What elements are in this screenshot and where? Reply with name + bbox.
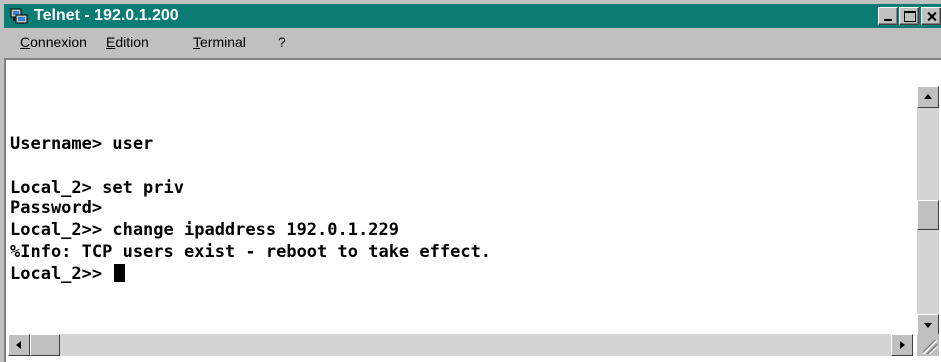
menu-terminal[interactable]: Terminal xyxy=(193,34,246,50)
terminal-prompt-line: Local_2>> xyxy=(10,264,126,284)
scroll-right-button[interactable] xyxy=(891,334,913,356)
minimize-button[interactable] xyxy=(878,7,898,25)
terminal-line: Password> xyxy=(10,198,103,218)
horizontal-scroll-thumb[interactable] xyxy=(30,334,60,356)
terminal-line: %Info: TCP users exist - reboot to take … xyxy=(10,242,492,262)
terminal-area[interactable]: Username> user Local_2> set priv Passwor… xyxy=(8,60,913,330)
menu-connexion[interactable]: Connexion xyxy=(20,34,87,50)
telnet-computer-icon[interactable] xyxy=(10,8,28,24)
vertical-scrollbar[interactable] xyxy=(917,86,939,356)
text-cursor xyxy=(114,264,126,282)
menu-edition[interactable]: Edition xyxy=(106,34,149,50)
terminal-line: Local_2> set priv xyxy=(10,178,184,198)
scroll-down-button[interactable] xyxy=(917,314,939,336)
vertical-scroll-thumb[interactable] xyxy=(917,200,939,230)
terminal-line: Username> user xyxy=(10,134,154,154)
prompt-text: Local_2>> xyxy=(10,264,113,284)
terminal-frame: Username> user Local_2> set priv Passwor… xyxy=(4,58,941,362)
title-bar[interactable]: Telnet - 192.0.1.200 xyxy=(4,4,941,28)
telnet-window: Telnet - 192.0.1.200 Connexion Edition T… xyxy=(0,0,941,362)
horizontal-scrollbar[interactable] xyxy=(8,334,913,356)
resize-grip-icon[interactable] xyxy=(917,334,939,356)
maximize-button[interactable] xyxy=(899,7,919,25)
window-title: Telnet - 192.0.1.200 xyxy=(34,7,179,24)
close-button[interactable] xyxy=(921,7,941,25)
terminal-line: Local_2>> change ipaddress 192.0.1.229 xyxy=(10,220,399,240)
menu-help[interactable]: ? xyxy=(278,34,286,50)
scroll-left-button[interactable] xyxy=(8,334,30,356)
menu-bar: Connexion Edition Terminal ? xyxy=(4,30,941,54)
scroll-up-button[interactable] xyxy=(917,86,939,108)
